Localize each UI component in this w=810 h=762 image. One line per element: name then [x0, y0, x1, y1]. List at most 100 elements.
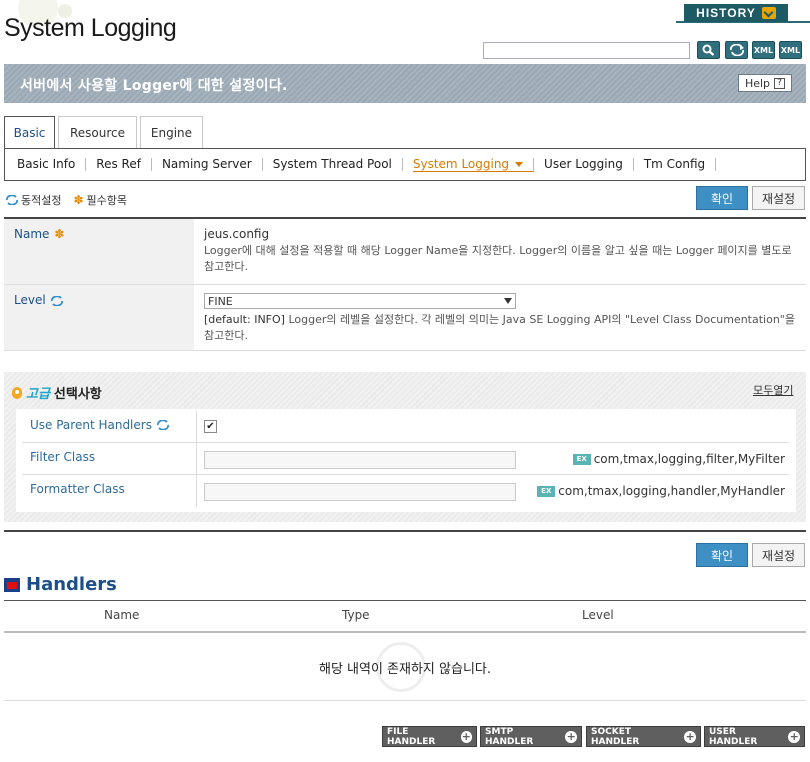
legend-dynamic: 동적설정 [6, 192, 61, 208]
formatter-class-input[interactable] [204, 483, 516, 501]
handlers-title-text: Handlers [26, 574, 117, 595]
level-selected: FINE [208, 294, 233, 308]
search-button[interactable] [697, 41, 720, 59]
column-header-type: Type [342, 608, 370, 622]
socket-handler-button[interactable]: SOCKET HANDLER + [586, 726, 701, 747]
history-label: HISTORY [696, 6, 756, 20]
xml-import-icon: XML [780, 45, 801, 55]
legend-required: ✽ 필수항목 [73, 192, 127, 208]
column-divider [196, 475, 197, 507]
use-parent-handlers-label: Use Parent Handlers [30, 418, 152, 432]
use-parent-handlers-row: Use Parent Handlers ✔ [22, 411, 789, 443]
sub-navigation: Basic Info Res Ref Naming Server System … [4, 148, 806, 181]
xml-export-button[interactable]: XML [752, 41, 775, 59]
xml-export-icon: XML [753, 45, 774, 55]
level-description: [default: INFO] Logger의 레벨을 설정한다. 각 레벨의 … [204, 312, 796, 344]
table-header-border [4, 631, 806, 633]
user-handler-label: USER HANDLER [709, 726, 758, 747]
description-banner: 서버에서 사용할 Logger에 대한 설정이다. Help ? [4, 64, 806, 103]
table-bottom-border [4, 700, 806, 701]
subnav-basic-info[interactable]: Basic Info [17, 158, 87, 171]
tab-label: Engine [150, 125, 193, 140]
subnav-tm-config[interactable]: Tm Config [644, 158, 717, 171]
subnav-user-logging[interactable]: User Logging [544, 158, 634, 171]
subnav-naming-server[interactable]: Naming Server [162, 158, 263, 171]
column-header-level: Level [582, 608, 614, 622]
level-default: [default: INFO] [204, 313, 285, 326]
filter-class-row: Filter Class EX com,tmax,logging,filter,… [22, 443, 789, 475]
use-parent-handlers-checkbox[interactable]: ✔ [204, 420, 217, 433]
advanced-table: Use Parent Handlers ✔ Filter Class EX co… [16, 409, 796, 512]
dynamic-setting-icon [50, 296, 63, 306]
help-label: Help [744, 76, 771, 90]
advanced-marker-icon [12, 386, 22, 399]
subnav-res-ref[interactable]: Res Ref [96, 158, 152, 171]
reset-button[interactable]: 재설정 [752, 186, 805, 210]
history-button[interactable]: HISTORY [684, 4, 788, 22]
empty-message: 해당 내역이 존재하지 않습니다. [318, 662, 491, 677]
example-badge-icon: EX [572, 453, 591, 465]
tab-basic[interactable]: Basic [4, 116, 55, 149]
advanced-section: 고급 선택사항 모두열기 Use Parent Handlers ✔ Filte… [4, 372, 806, 522]
name-value: jeus.config [204, 227, 270, 241]
add-icon: + [788, 729, 800, 743]
column-header-name: Name [104, 608, 140, 622]
name-label-cell: Name ✽ [4, 219, 194, 285]
add-icon: + [460, 729, 472, 743]
xml-import-button[interactable]: XML [779, 41, 802, 59]
name-value-cell: jeus.config Logger에 대해 설정을 적용할 때 해당 Logg… [194, 219, 806, 285]
expand-all-link[interactable]: 모두열기 [753, 382, 793, 398]
user-handler-button[interactable]: USER HANDLER + [704, 726, 805, 747]
formatter-class-example: EX com,tmax,logging,handler,MyHandler [537, 484, 785, 498]
refresh-button[interactable] [725, 41, 748, 59]
confirm-button-bottom[interactable]: 확인 [696, 543, 748, 567]
filter-class-label: Filter Class [30, 450, 96, 464]
banner-text: 서버에서 사용할 Logger에 대한 설정이다. [20, 78, 288, 94]
level-select[interactable]: FINE [204, 293, 516, 309]
search-icon [702, 44, 715, 56]
level-desc-text: Logger의 레벨을 설정한다. 각 레벨의 의미는 Java SE Logg… [204, 313, 795, 342]
level-value-cell: FINE [default: INFO] Logger의 레벨을 설정한다. 각… [194, 285, 806, 351]
file-handler-label: FILE HANDLER [387, 726, 436, 747]
subnav-system-logging[interactable]: System Logging [412, 157, 535, 172]
level-label: Level [14, 293, 46, 307]
help-button[interactable]: Help ? [738, 74, 792, 92]
formatter-class-label: Formatter Class [30, 482, 125, 496]
tab-engine[interactable]: Engine [140, 116, 203, 148]
required-icon: ✽ [54, 227, 65, 241]
caret-down-icon [515, 161, 524, 167]
chevron-down-icon [761, 7, 776, 19]
reset-button-bottom[interactable]: 재설정 [752, 543, 805, 567]
tab-label: Resource [69, 125, 126, 140]
tab-resource[interactable]: Resource [58, 116, 137, 148]
filter-class-example-text: com,tmax,logging,filter,MyFilter [593, 452, 785, 466]
tab-label: Basic [13, 126, 46, 140]
confirm-button[interactable]: 확인 [696, 186, 748, 210]
name-label: Name [14, 227, 50, 241]
name-description: Logger에 대해 설정을 적용할 때 해당 Logger Name을 지정한… [204, 244, 792, 273]
question-icon: ? [774, 77, 786, 89]
column-divider [196, 443, 197, 475]
advanced-title[interactable]: 고급 선택사항 [12, 383, 102, 402]
legend: 동적설정 ✽ 필수항목 [6, 192, 127, 208]
page-title: System Logging [4, 14, 177, 42]
refresh-icon [729, 44, 744, 56]
advanced-title-highlight: 고급 [26, 387, 50, 402]
formatter-class-example-text: com,tmax,logging,handler,MyHandler [558, 484, 785, 498]
file-handler-button[interactable]: FILE HANDLER + [382, 726, 477, 747]
form-bottom-border [4, 530, 806, 532]
search-input[interactable] [483, 42, 690, 59]
add-icon: + [684, 729, 696, 743]
smtp-handler-label: SMTP HANDLER [485, 726, 534, 747]
legend-required-label: 필수항목 [86, 194, 128, 207]
socket-handler-label: SOCKET HANDLER [591, 726, 640, 747]
smtp-handler-button[interactable]: SMTP HANDLER + [480, 726, 582, 747]
filter-class-example: EX com,tmax,logging,filter,MyFilter [572, 452, 785, 466]
handlers-icon [4, 577, 20, 592]
advanced-title-text: 선택사항 [53, 387, 102, 402]
column-divider [196, 411, 197, 443]
filter-class-input[interactable] [204, 451, 516, 469]
subnav-system-thread-pool[interactable]: System Thread Pool [273, 158, 403, 171]
dropdown-arrow-icon [504, 298, 512, 304]
use-parent-handlers-label-cell: Use Parent Handlers [30, 418, 169, 432]
